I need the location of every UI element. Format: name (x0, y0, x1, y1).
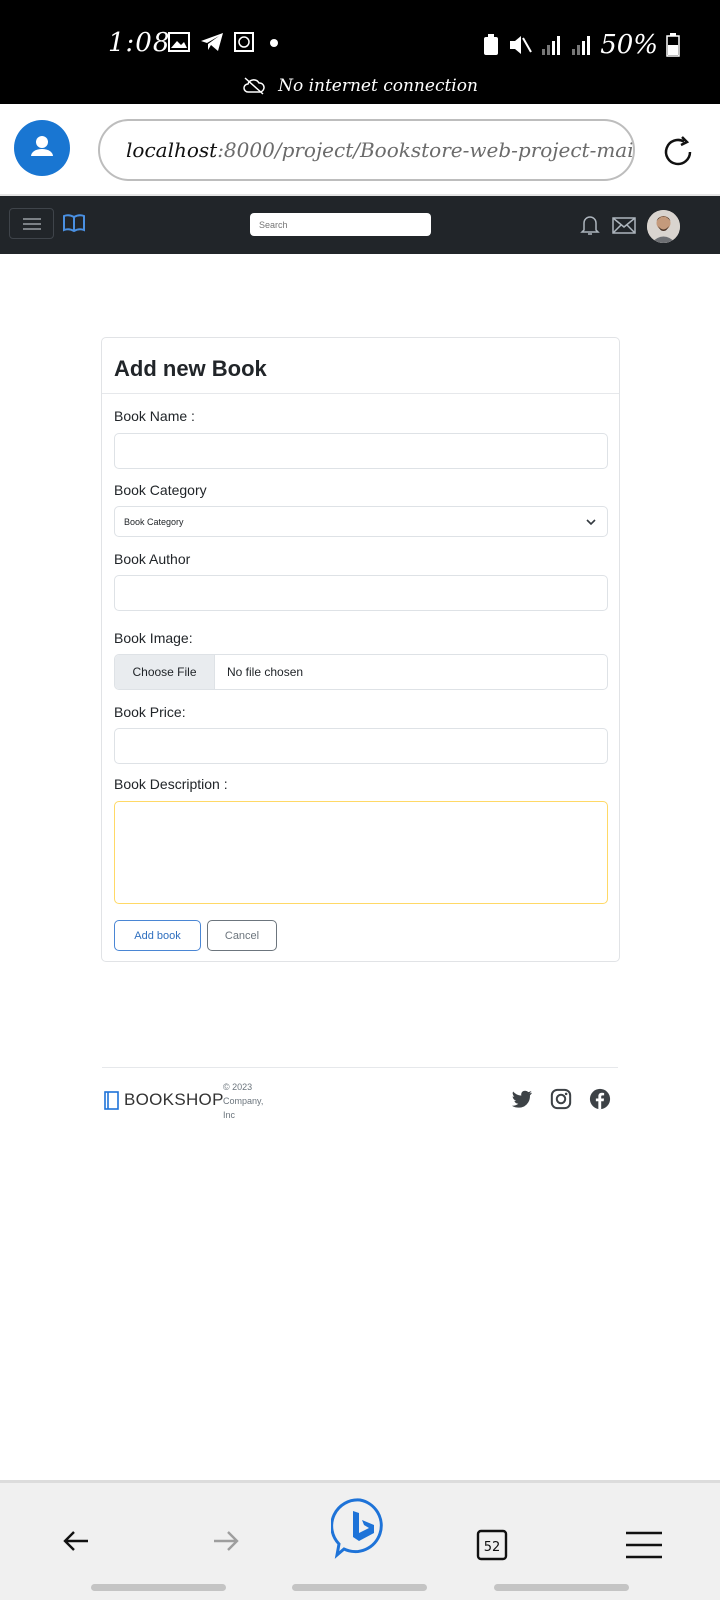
file-status-text: No file chosen (227, 665, 304, 679)
book-image-file-input[interactable]: Choose File No file chosen (114, 654, 608, 690)
hamburger-icon (22, 217, 41, 230)
address-bar[interactable]: localhost:8000/project/Bookstore-web-pro… (98, 119, 635, 181)
gesture-pill-center (292, 1584, 427, 1591)
book-author-label: Book Author (114, 551, 191, 567)
menu-toggle-button[interactable] (9, 208, 54, 239)
cloud-off-icon (243, 77, 265, 95)
mute-icon (510, 36, 533, 54)
no-internet-banner: No internet connection (0, 76, 720, 96)
choose-file-button[interactable]: Choose File (115, 655, 215, 689)
bing-chat-icon[interactable] (331, 1497, 389, 1559)
footer-brand[interactable]: BOOKSHOP (104, 1090, 224, 1110)
site-navbar (0, 196, 720, 254)
dot-icon (270, 39, 278, 47)
twitter-icon[interactable] (511, 1088, 533, 1110)
signal-icon-1 (542, 36, 561, 55)
back-arrow-icon[interactable] (62, 1529, 90, 1553)
add-book-card: Add new Book Book Name : Book Category B… (101, 337, 620, 962)
book-name-label: Book Name : (114, 408, 195, 424)
user-icon (31, 136, 53, 156)
chevron-down-icon (586, 519, 596, 526)
battery-percentage: 50% (600, 30, 658, 60)
browser-toolbar: localhost:8000/project/Bookstore-web-pro… (0, 104, 720, 196)
instagram-icon[interactable] (550, 1088, 572, 1110)
book-price-label: Book Price: (114, 704, 186, 720)
avatar-image (647, 210, 680, 243)
search-input[interactable] (250, 213, 431, 236)
footer-divider (102, 1067, 618, 1068)
bookmark-logo-icon (104, 1090, 119, 1110)
book-logo-icon[interactable] (62, 213, 86, 233)
browser-bottom-bar: 52 (0, 1480, 720, 1600)
menu-icon[interactable] (626, 1531, 662, 1559)
notification-icons (168, 32, 280, 52)
brand-name: BOOKSHOP (124, 1090, 224, 1109)
telegram-icon (201, 33, 223, 51)
system-icons: 50% (482, 30, 680, 60)
url-host: localhost (126, 138, 218, 162)
tabs-icon[interactable]: 52 (476, 1529, 508, 1561)
battery-icon (666, 33, 680, 57)
book-description-textarea[interactable] (114, 801, 608, 904)
add-book-button[interactable]: Add book (114, 920, 201, 951)
cancel-button[interactable]: Cancel (207, 920, 277, 951)
copyright-text: © 2023 Company, Inc (223, 1082, 264, 1120)
status-bar: 1:08 50% No internet connection (0, 0, 720, 104)
user-avatar[interactable] (647, 210, 680, 243)
mail-icon[interactable] (612, 217, 636, 234)
card-header: Add new Book (102, 338, 619, 394)
battery-saver-icon (484, 34, 499, 55)
book-category-select[interactable]: Book Category (114, 506, 608, 537)
signal-icon-2 (572, 36, 591, 55)
book-author-input[interactable] (114, 575, 608, 611)
book-price-input[interactable] (114, 728, 608, 764)
svg-text:52: 52 (484, 1540, 501, 1555)
book-category-label: Book Category (114, 482, 207, 498)
book-category-selected: Book Category (124, 516, 184, 527)
book-image-label: Book Image: (114, 630, 193, 646)
forward-arrow-icon[interactable] (212, 1529, 240, 1553)
facebook-icon[interactable] (589, 1088, 611, 1110)
app-notification-icon (234, 32, 254, 52)
reload-icon[interactable] (660, 134, 696, 170)
book-name-input[interactable] (114, 433, 608, 469)
book-description-label: Book Description : (114, 776, 228, 792)
status-time: 1:08 (108, 28, 171, 58)
gesture-pill-right (494, 1584, 629, 1591)
gallery-icon (168, 32, 190, 52)
profile-button[interactable] (14, 120, 70, 176)
gesture-pill-left (91, 1584, 226, 1591)
url-path: :8000/project/Bookstore-web-project-main… (217, 138, 635, 162)
page-title: Add new Book (114, 356, 267, 381)
bell-icon[interactable] (580, 214, 600, 236)
no-internet-text: No internet connection (278, 76, 478, 96)
